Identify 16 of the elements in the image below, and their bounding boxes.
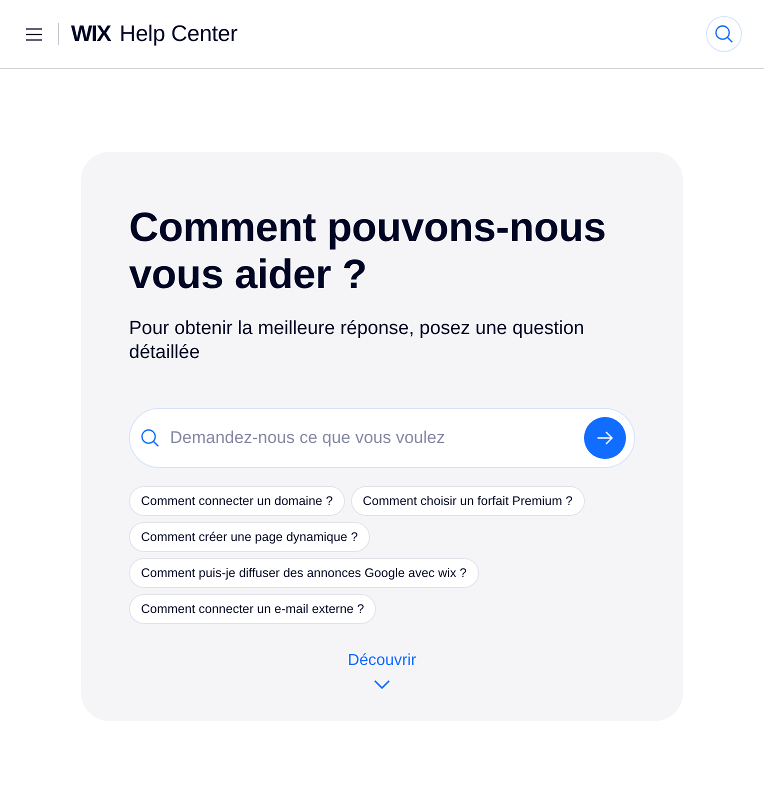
help-center-logo[interactable]: WIX Help Center xyxy=(71,21,238,47)
search-field[interactable]: Demandez-nous ce que vous voulez xyxy=(129,408,635,468)
suggestion-chip[interactable]: Comment connecter un domaine ? xyxy=(129,486,345,516)
search-button[interactable] xyxy=(706,16,742,52)
hero-title: Comment pouvons-nous vous aider ? xyxy=(129,204,607,298)
chevron-down-icon xyxy=(374,680,390,689)
arrow-right-icon xyxy=(597,431,613,445)
suggestion-chip[interactable]: Comment créer une page dynamique ? xyxy=(129,522,370,552)
search-icon xyxy=(141,429,159,447)
suggestion-chip[interactable]: Comment choisir un forfait Premium ? xyxy=(350,486,585,516)
discover-button[interactable]: Découvrir xyxy=(348,651,416,689)
suggestion-chip[interactable]: Comment connecter un e-mail externe ? xyxy=(129,594,376,624)
search-icon xyxy=(715,25,733,43)
hero-subtitle: Pour obtenir la meilleure réponse, posez une question détaillée xyxy=(129,317,586,365)
suggestion-chip[interactable]: Comment puis-je diffuser des annonces Google avec wix ? xyxy=(129,558,479,588)
menu-icon xyxy=(26,28,42,40)
